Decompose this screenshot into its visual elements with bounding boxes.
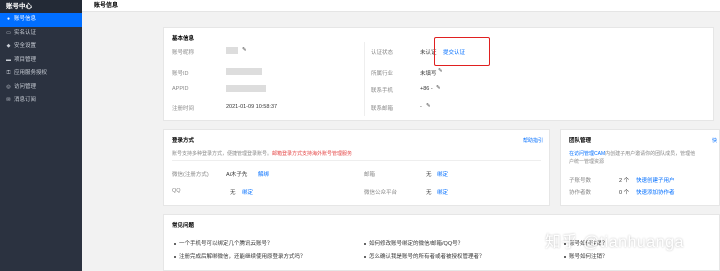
edit-name-icon[interactable]: ✎ [242,47,247,53]
highlight-box [434,37,490,66]
wechat-value: Ai木子先 [226,172,248,178]
key-icon: ⚿ [6,70,11,77]
wechat-label: 微信(注册方式) [172,172,209,178]
sidebar-title: 账号中心 [0,0,82,13]
wxpub-value: 无 [426,190,432,196]
login-notice: 邮箱登录方式支持海外账号管理服务 [272,151,353,157]
login-methods-card: 登录方式 帮助指引 账号支持多种登录方式，便捷管理登录账号。邮箱登录方式支持海外… [163,129,550,206]
bullet-icon [564,255,566,258]
help-guide-link[interactable]: 帮助指引 [523,137,543,144]
login-desc: 账号支持多种登录方式，便捷管理登录账号。邮箱登录方式支持海外账号管理服务 [172,150,352,157]
cam-link[interactable]: 在访问管理CAM [569,151,605,157]
register-time-label: 注册时间 [172,106,195,112]
team-corner-link[interactable]: 快 [712,137,717,144]
sidebar-item-label: 实名认证 [14,29,37,36]
collab-label: 协作者数 [569,190,592,196]
sidebar-item-label: 访问管理 [14,83,37,90]
sidebar-item-label: 安全设置 [14,43,37,49]
team-desc: 在访问管理CAM内创建子用户邀请你的团队成员，管理他 [569,150,695,157]
basic-info-title: 基本信息 [172,36,195,42]
auth-status-label: 认证状态 [371,50,394,56]
email-label: 联系邮箱 [371,106,394,112]
email-value: - [420,104,422,110]
sidebar-item-security[interactable]: ◆ 安全设置 [0,40,82,54]
login-desc-text: 账号支持多种登录方式，便捷管理登录账号。 [172,151,273,157]
sidebar-item-real-name[interactable]: ▭ 实名认证 [0,27,82,41]
access-icon: ◎ [6,83,11,90]
wechat-unbind-link[interactable]: 解绑 [258,170,269,178]
edit-phone-icon[interactable]: ✎ [436,85,441,91]
qq-label: QQ [172,188,181,194]
mail-icon: ✉ [6,97,11,104]
subaccount-count: 2 个 [619,178,630,184]
email-login-value: 无 [426,172,432,178]
bullet-icon [174,255,176,258]
faq-item[interactable]: 一个手机号可以绑定几个腾讯云账号？ [174,239,273,247]
id-card-icon: ▭ [6,29,11,36]
watermark: 知乎 @tianhuanga [545,234,684,251]
team-desc-text: 内创建子用户邀请你的团队成员，管理他 [605,151,696,157]
register-time-value: 2021-01-09 10:58:37 [226,104,278,110]
team-management-title: 团队管理 [569,138,592,144]
account-id-label: 账号ID [172,71,189,77]
industry-label: 所属行业 [371,71,394,77]
wxpub-bind-link[interactable]: 绑定 [437,188,448,196]
faq-item-text: 一个手机号可以绑定几个腾讯云账号？ [179,241,273,247]
bullet-icon [174,242,176,245]
sidebar-item-access[interactable]: ◎ 访问管理 [0,81,82,95]
faq-item-text: 账号如何注销？ [569,254,608,260]
faq-item-text: 注册完成后解绑微信，还能继续使用原登录方式吗？ [179,254,306,260]
sidebar-item-label: 项目管理 [14,56,37,63]
divider [364,42,365,116]
edit-email-icon[interactable]: ✎ [426,103,431,109]
subaccount-label: 子账号数 [569,178,592,184]
appid-masked [226,85,266,92]
faq-item-text: 怎么确认我是账号的所有者或者被授权管理者？ [369,254,485,260]
qq-bind-link[interactable]: 绑定 [242,188,253,196]
email-bind-link[interactable]: 绑定 [437,170,448,178]
sidebar-item-messages[interactable]: ✉ 消息订阅 [0,94,82,108]
sidebar-item-label: 应用服务授权 [14,70,48,76]
shield-icon: ◆ [6,43,11,50]
faq-item[interactable]: 如何修改账号绑定的微信/邮箱/QQ号？ [364,239,463,247]
bullet-icon [364,242,366,245]
sidebar-item-label: 消息订阅 [14,97,37,103]
account-name-label: 账号昵称 [172,50,195,56]
faq-title: 常见问题 [172,223,195,229]
sidebar-item-projects[interactable]: ▬ 项目管理 [0,54,82,68]
add-collab-link[interactable]: 快速添加协作者 [636,188,675,196]
folder-icon: ▬ [6,56,11,63]
phone-value: +86 - [420,86,433,92]
sidebar-item-label: 账号信息 [14,16,37,22]
sidebar-item-app-auth[interactable]: ⚿ 应用服务授权 [0,67,82,81]
faq-item-text: 如何修改账号绑定的微信/邮箱/QQ号？ [369,241,464,247]
industry-value: 未填写 [420,71,437,77]
faq-item[interactable]: 账号如何注销？ [564,252,608,260]
team-desc-line2: 户统一管理资源 [569,159,605,165]
email-login-label: 邮箱 [364,172,376,178]
team-management-card: 团队管理 快 在访问管理CAM内创建子用户邀请你的团队成员，管理他 户统一管理资… [560,129,720,206]
divider [172,160,541,161]
create-subuser-link[interactable]: 快速创建子用户 [636,176,675,184]
faq-item[interactable]: 怎么确认我是账号的所有者或者被授权管理者？ [364,252,485,260]
bullet-icon [364,255,366,258]
sidebar-item-account-info[interactable]: ● 账号信息 [0,13,82,27]
faq-item[interactable]: 注册完成后解绑微信，还能继续使用原登录方式吗？ [174,252,306,260]
qq-value: 无 [230,190,236,196]
appid-label: APPID [172,86,189,92]
wxpub-label: 微信公众平台 [364,190,398,196]
user-icon: ● [6,16,11,23]
page-title: 账号信息 [82,0,720,12]
account-name-masked [226,47,238,54]
edit-industry-icon[interactable]: ✎ [438,68,443,74]
collab-count: 0 个 [619,190,630,196]
phone-label: 联系手机 [371,88,394,94]
account-id-masked [226,68,262,75]
sidebar: 账号中心 ● 账号信息 ▭ 实名认证 ◆ 安全设置 ▬ 项目管理 ⚿ 应用服务授… [0,0,82,271]
login-methods-title: 登录方式 [172,138,195,144]
